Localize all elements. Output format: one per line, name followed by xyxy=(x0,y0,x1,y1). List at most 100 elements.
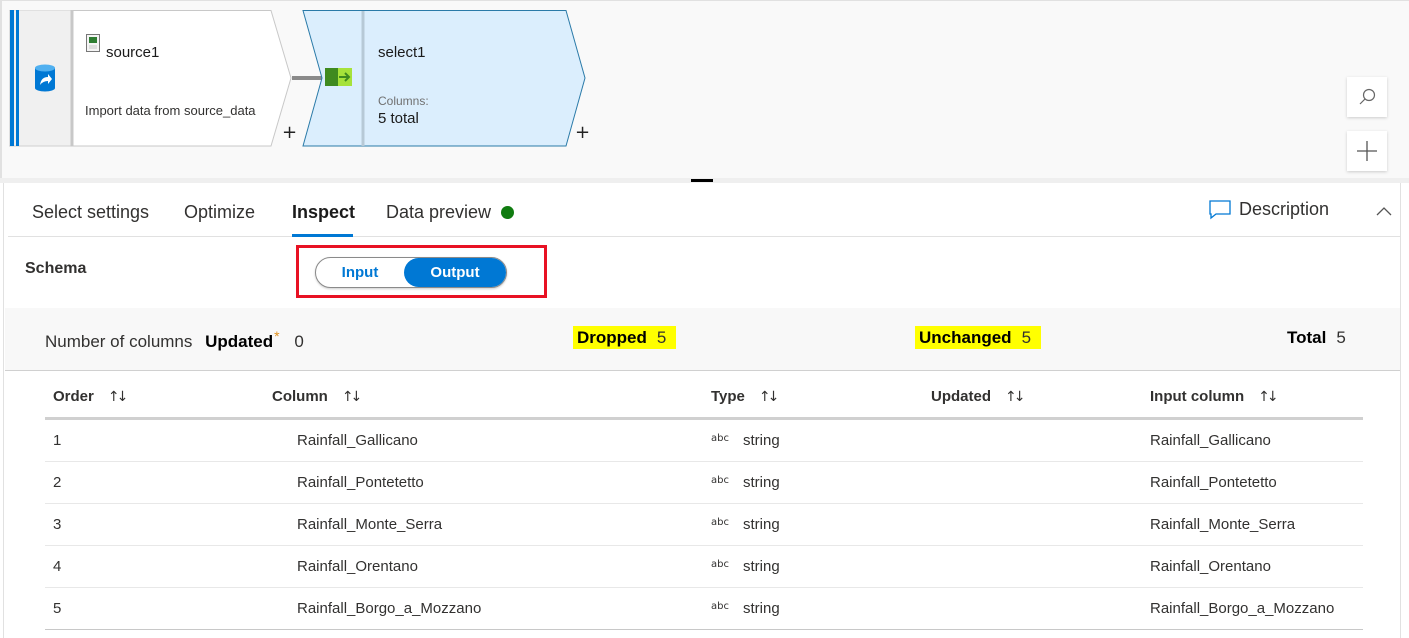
summary-updated: Number of columns Updated* 0 xyxy=(45,328,304,352)
cell-column: Rainfall_Pontetetto xyxy=(297,474,424,491)
sort-icon[interactable]: ↑↓ xyxy=(1005,389,1026,405)
tab-optimize[interactable]: Optimize xyxy=(184,202,255,223)
cell-column: Rainfall_Orentano xyxy=(297,558,418,575)
cell-order: 1 xyxy=(53,432,62,449)
header-column-label: Column xyxy=(272,388,328,405)
source-node[interactable]: source1 Import data from source_data + xyxy=(9,10,301,147)
select-node-columns-label: Columns: xyxy=(378,94,429,108)
table-row[interactable]: 2 Rainfall_Pontetetto abc string Rainfall… xyxy=(45,462,1363,504)
select-add-transform-button[interactable]: + xyxy=(575,122,590,143)
sort-icon[interactable]: ↑↓ xyxy=(1258,389,1279,405)
cell-order: 4 xyxy=(53,558,62,575)
schema-table: Order ↑↓ Column ↑↓ Type ↑↓ Updated ↑↓ Input … xyxy=(45,373,1363,630)
comment-icon xyxy=(1209,199,1231,219)
summary-dropped: Dropped 5 xyxy=(573,326,677,349)
search-icon xyxy=(1359,88,1376,105)
cell-type-label: string xyxy=(742,516,780,533)
select-node-columns-value: 5 total xyxy=(378,110,419,127)
cell-type: abc string xyxy=(711,600,780,617)
summary-total: Total 5 xyxy=(1287,328,1346,348)
string-type-icon: abc xyxy=(711,517,729,528)
cell-type-label: string xyxy=(742,600,780,617)
header-updated[interactable]: Updated ↑↓ xyxy=(931,388,1026,405)
cell-column: Rainfall_Gallicano xyxy=(297,432,418,449)
status-dot-icon xyxy=(501,206,515,219)
summary-total-value: 5 xyxy=(1336,328,1346,347)
cell-type: abc string xyxy=(711,432,780,449)
table-row[interactable]: 5 Rainfall_Borgo_a_Mozzano abc string Rai… xyxy=(45,588,1363,630)
summary-dropped-label: Dropped xyxy=(577,328,647,347)
header-input-column-label: Input column xyxy=(1150,388,1245,405)
string-type-icon: abc xyxy=(711,559,729,570)
summary-label: Number of columns xyxy=(45,332,193,351)
dropped-highlight: Dropped 5 xyxy=(573,326,677,349)
cell-type: abc string xyxy=(711,516,780,533)
header-order[interactable]: Order ↑↓ xyxy=(53,388,129,405)
string-type-icon: abc xyxy=(711,433,729,444)
summary-total-label: Total xyxy=(1287,328,1327,347)
cell-column: Rainfall_Monte_Serra xyxy=(297,516,443,533)
cell-input-column: Rainfall_Gallicano xyxy=(1150,432,1271,449)
header-type[interactable]: Type ↑↓ xyxy=(711,388,780,405)
schema-label: Schema xyxy=(25,260,87,277)
cell-order: 3 xyxy=(53,516,62,533)
column-summary-bar: Number of columns Updated* 0 Dropped 5 Un… xyxy=(5,308,1400,371)
cell-input-column: Rainfall_Borgo_a_Mozzano xyxy=(1150,600,1335,617)
description-label: Description xyxy=(1239,199,1330,219)
chevron-up-icon xyxy=(1376,207,1392,216)
tab-data-preview[interactable]: Data preview xyxy=(386,202,515,223)
toggle-output-option[interactable]: Output xyxy=(404,258,506,287)
table-row[interactable]: 3 Rainfall_Monte_Serra abc string Rainfal… xyxy=(45,504,1363,546)
summary-unchanged: Unchanged 5 xyxy=(915,326,1042,349)
collapse-panel-button[interactable] xyxy=(1376,203,1392,221)
csv-file-icon xyxy=(86,34,100,52)
description-button[interactable]: Description xyxy=(1209,199,1329,220)
cell-type-label: string xyxy=(742,432,780,449)
cell-type-label: string xyxy=(742,558,780,575)
summary-updated-label: Updated xyxy=(205,332,274,351)
toggle-input-option[interactable]: Input xyxy=(324,258,396,287)
cell-type: abc string xyxy=(711,474,780,491)
cell-order: 2 xyxy=(53,474,62,491)
cell-type-label: string xyxy=(742,474,780,491)
cell-input-column: Rainfall_Monte_Serra xyxy=(1150,516,1296,533)
updated-asterisk-icon: * xyxy=(274,328,280,344)
sort-icon[interactable]: ↑↓ xyxy=(108,389,129,405)
string-type-icon: abc xyxy=(711,475,729,486)
select-transform-icon xyxy=(325,68,352,86)
string-type-icon: abc xyxy=(711,601,729,612)
schema-input-output-toggle[interactable]: Input Output xyxy=(315,257,507,288)
database-import-icon xyxy=(35,64,55,92)
header-input-column[interactable]: Input column ↑↓ xyxy=(1150,388,1279,405)
summary-unchanged-value: 5 xyxy=(1021,328,1032,347)
source-add-transform-button[interactable]: + xyxy=(282,122,297,143)
table-body: 1 Rainfall_Gallicano abc string Rainfall_… xyxy=(45,420,1363,630)
panel-right-border xyxy=(1400,183,1401,638)
table-row[interactable]: 1 Rainfall_Gallicano abc string Rainfall_… xyxy=(45,420,1363,462)
canvas-zoom-in-button[interactable] xyxy=(1347,131,1387,171)
cell-input-column: Rainfall_Pontetetto xyxy=(1150,474,1277,491)
table-row[interactable]: 4 Rainfall_Orentano abc string Rainfall_O… xyxy=(45,546,1363,588)
unchanged-highlight: Unchanged 5 xyxy=(915,326,1042,349)
source-node-title: source1 xyxy=(106,44,160,61)
source-node-description: Import data from source_data xyxy=(85,103,256,118)
panel-left-border xyxy=(3,183,4,638)
header-updated-label: Updated xyxy=(931,388,991,405)
summary-unchanged-label: Unchanged xyxy=(919,328,1012,347)
summary-dropped-value: 5 xyxy=(656,328,667,347)
cell-input-column: Rainfall_Orentano xyxy=(1150,558,1271,575)
plus-icon xyxy=(1357,141,1377,161)
sort-icon[interactable]: ↑↓ xyxy=(342,389,363,405)
header-column[interactable]: Column ↑↓ xyxy=(272,388,363,405)
tab-inspect[interactable]: Inspect xyxy=(292,202,355,223)
summary-updated-value: 0 xyxy=(294,332,304,351)
header-order-label: Order xyxy=(53,388,94,405)
sort-icon[interactable]: ↑↓ xyxy=(759,389,780,405)
select-node-title: select1 xyxy=(378,44,426,61)
panel-resize-handle[interactable] xyxy=(691,179,713,182)
select-node[interactable]: select1 Columns: 5 total + xyxy=(302,10,590,147)
table-header: Order ↑↓ Column ↑↓ Type ↑↓ Updated ↑↓ Input … xyxy=(45,373,1363,420)
settings-tabs: Select settings Optimize Inspect Data pr… xyxy=(8,183,1401,237)
tab-select-settings[interactable]: Select settings xyxy=(32,202,149,223)
canvas-search-button[interactable] xyxy=(1347,77,1387,117)
